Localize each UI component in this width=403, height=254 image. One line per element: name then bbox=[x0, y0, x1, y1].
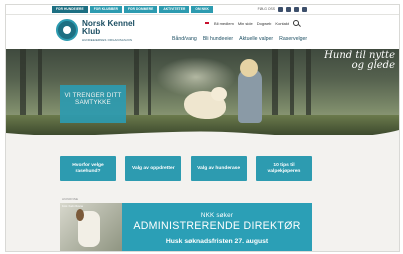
flag-icon bbox=[204, 21, 211, 25]
facebook-icon[interactable] bbox=[278, 7, 283, 12]
tab-for-dommere[interactable]: FOR DOMMERE bbox=[123, 6, 158, 13]
site-header: Norsk Kennel Klub HUNDEEIERNES ORGANISAS… bbox=[6, 15, 399, 49]
consent-text: VI TRENGER DITT SAMTYKKE bbox=[64, 92, 122, 106]
nav-item-band-vang[interactable]: Bånd/vang bbox=[172, 36, 197, 42]
guide-buttons: Hvorfor velge rasehund? Valg av oppdrett… bbox=[60, 156, 312, 181]
girl-head bbox=[240, 59, 258, 77]
ad-deadline: Husk søknadsfristen 27. august bbox=[165, 238, 269, 245]
twitter-icon[interactable] bbox=[294, 7, 299, 12]
ad-title: ADMINISTRERENDE DIREKTØR bbox=[133, 220, 301, 232]
follow-label: FØLG OSS bbox=[257, 7, 275, 11]
job-ad-banner[interactable]: Foto: Karin Ravna NKK søker ADMINISTRERE… bbox=[60, 203, 312, 251]
browser-page: FOR HUNDEIERE FOR KLUBBER FOR DOMMERE AK… bbox=[5, 4, 400, 252]
main-nav: Bånd/vang Bli hundeeier Aktuelle valper … bbox=[172, 36, 307, 42]
util-link-dogweb[interactable]: Dogweb bbox=[257, 21, 272, 26]
hero-wave-divider bbox=[6, 130, 399, 141]
util-link-kontakt[interactable]: Kontakt bbox=[275, 21, 289, 26]
audience-tabs: FOR HUNDEIERE FOR KLUBBER FOR DOMMERE AK… bbox=[52, 6, 213, 13]
nav-item-raservelger[interactable]: Raservelger bbox=[279, 36, 307, 42]
nkk-logo-icon[interactable] bbox=[56, 19, 78, 41]
util-link-bli-medlem[interactable]: Bli medlem bbox=[214, 21, 234, 26]
girl-figure bbox=[238, 69, 262, 123]
utility-nav: Bli medlem Min side Dogweb Kontakt bbox=[204, 20, 299, 26]
ad-heading: NKK søker bbox=[200, 212, 234, 219]
dog-head bbox=[211, 87, 227, 101]
top-bar: FOR HUNDEIERE FOR KLUBBER FOR DOMMERE AK… bbox=[6, 5, 399, 15]
ad-dog-photo: Foto: Karin Ravna bbox=[60, 203, 122, 251]
util-link-min-side[interactable]: Min side bbox=[238, 21, 253, 26]
consent-box[interactable]: VI TRENGER DITT SAMTYKKE bbox=[60, 85, 126, 123]
dog-ear bbox=[76, 209, 84, 221]
logo-name[interactable]: Norsk Kennel Klub bbox=[82, 19, 152, 36]
photo-caption: Foto: Karin Ravna bbox=[62, 205, 83, 208]
tab-aktiviteter[interactable]: AKTIVITETER bbox=[159, 6, 190, 13]
tab-om-nkk[interactable]: OM NKK bbox=[191, 6, 213, 13]
youtube-icon[interactable] bbox=[302, 7, 307, 12]
instagram-icon[interactable] bbox=[286, 7, 291, 12]
follow-us: FØLG OSS bbox=[258, 6, 307, 13]
choose-breeder-button[interactable]: Valg av oppdretter bbox=[125, 156, 182, 181]
tab-for-hundeiere[interactable]: FOR HUNDEIERE bbox=[52, 6, 88, 13]
puppy-tips-button[interactable]: 10 tips til valpekjøperen bbox=[255, 156, 312, 181]
logo-subtitle: HUNDEEIERNES ORGANISASJON bbox=[82, 38, 133, 42]
nav-item-bli-hundeeier[interactable]: Bli hundeeier bbox=[203, 36, 233, 42]
search-icon[interactable] bbox=[293, 20, 299, 26]
ad-label: ANNONSE bbox=[62, 197, 79, 201]
nav-item-aktuelle-valper[interactable]: Aktuelle valper bbox=[239, 36, 273, 42]
hero-banner: VI TRENGER DITT SAMTYKKE Hund til nytte … bbox=[6, 49, 399, 135]
choose-breed-button[interactable]: Valg av hunderase bbox=[190, 156, 247, 181]
why-breed-dog-button[interactable]: Hvorfor velge rasehund? bbox=[60, 156, 116, 181]
tab-for-klubber[interactable]: FOR KLUBBER bbox=[89, 6, 122, 13]
hero-slogan: Hund til nytte og glede bbox=[324, 50, 395, 71]
